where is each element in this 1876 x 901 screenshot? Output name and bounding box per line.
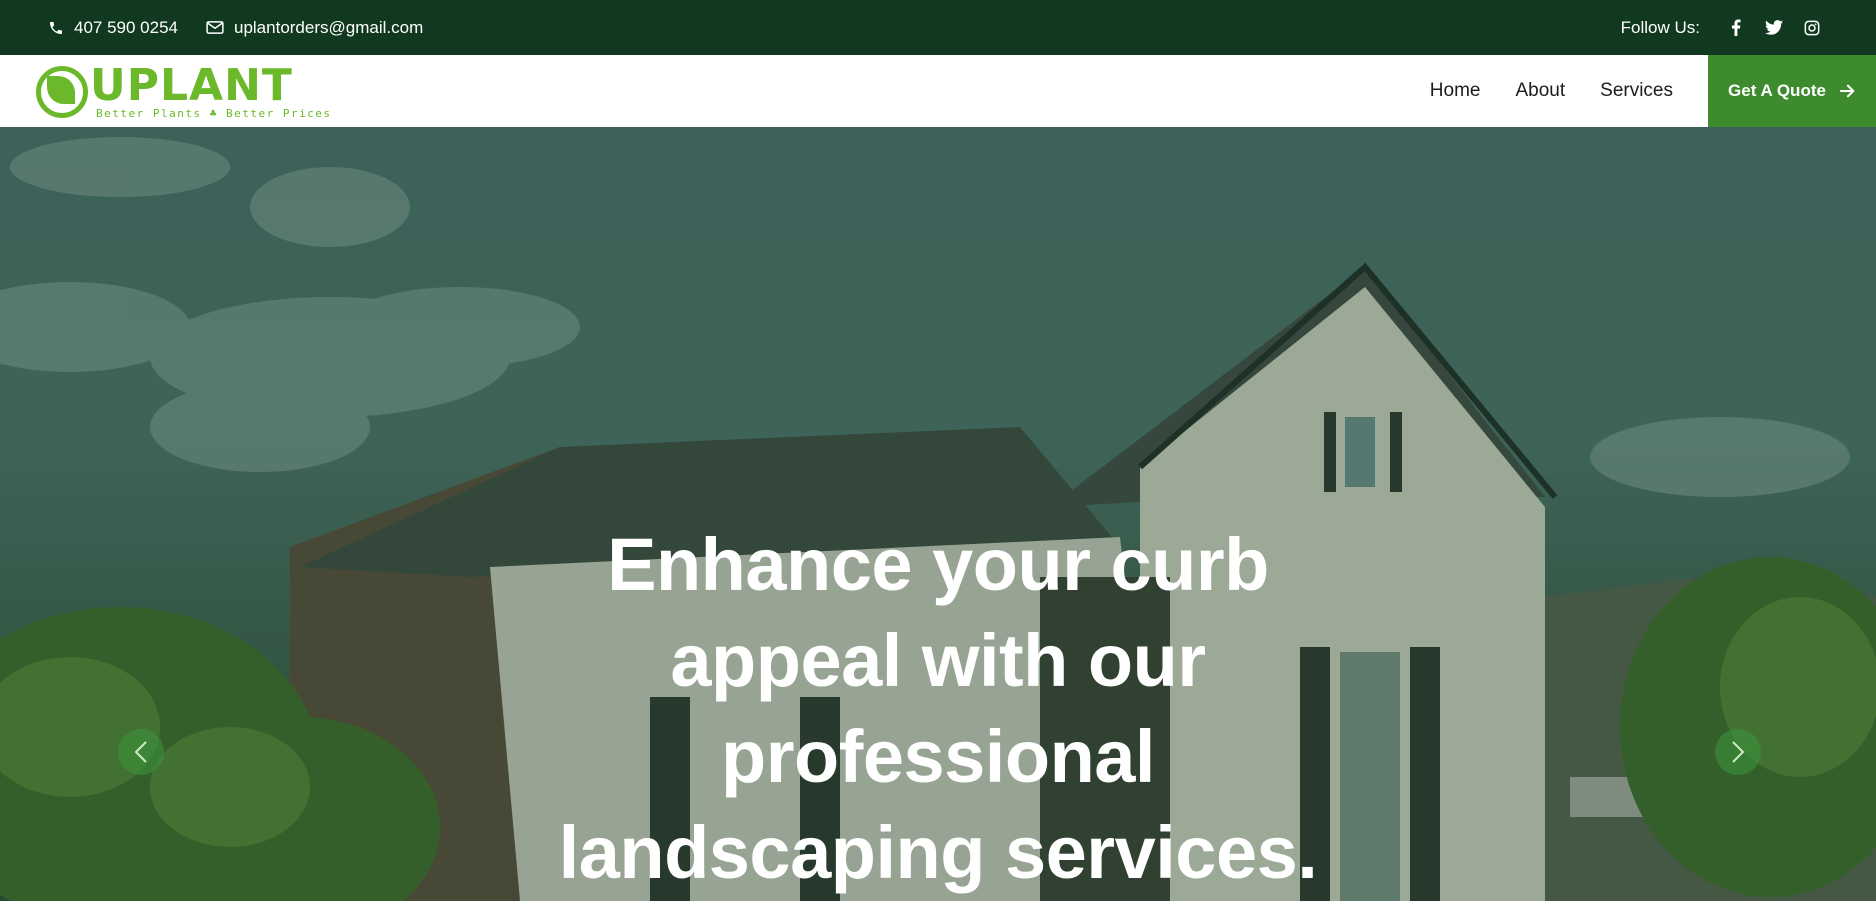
chevron-right-icon: [1732, 741, 1745, 763]
logo-wordmark: UPLANT: [90, 60, 293, 111]
nav-about[interactable]: About: [1515, 80, 1565, 102]
nav-home[interactable]: Home: [1430, 80, 1481, 102]
main-navbar: UPLANT Better Plants ♣ Better Prices Hom…: [0, 55, 1876, 127]
nav-links: Home About Services: [1395, 55, 1673, 127]
hero-line-1: Enhance your curb: [607, 523, 1269, 606]
hero-line-4: landscaping services.: [558, 811, 1318, 894]
hero-line-2: appeal with our: [670, 619, 1206, 702]
slider-prev-button[interactable]: [118, 729, 164, 775]
contact-info: 407 590 0254 uplantorders@gmail.com: [48, 0, 451, 55]
phone-number: 407 590 0254: [74, 17, 178, 37]
cta-label: Get A Quote: [1728, 81, 1826, 100]
hero-heading: Enhance your curb appeal with our profes…: [488, 517, 1388, 901]
facebook-icon[interactable]: [1722, 14, 1750, 42]
uplant-logo[interactable]: UPLANT Better Plants ♣ Better Prices: [36, 60, 330, 120]
arrow-right-icon: [1839, 84, 1855, 98]
phone-icon: [50, 21, 62, 34]
hero-slider: Enhance your curb appeal with our profes…: [0, 127, 1876, 901]
envelope-icon: [206, 21, 224, 34]
chevron-left-icon: [134, 741, 147, 763]
logo-tagline: Better Plants ♣ Better Prices: [96, 107, 332, 120]
top-bar: 407 590 0254 uplantorders@gmail.com Foll…: [0, 0, 1876, 55]
instagram-icon[interactable]: [1798, 14, 1826, 42]
email-address: uplantorders@gmail.com: [234, 17, 424, 37]
nav-services[interactable]: Services: [1600, 80, 1673, 102]
slider-next-button[interactable]: [1715, 729, 1761, 775]
phone-contact[interactable]: 407 590 0254: [48, 18, 178, 38]
get-a-quote-button[interactable]: Get A Quote: [1708, 55, 1876, 127]
follow-us: Follow Us:: [1621, 0, 1826, 55]
hero-line-3: professional: [721, 715, 1156, 798]
email-contact[interactable]: uplantorders@gmail.com: [206, 18, 423, 38]
twitter-icon[interactable]: [1760, 14, 1788, 42]
follow-label: Follow Us:: [1620, 17, 1700, 37]
